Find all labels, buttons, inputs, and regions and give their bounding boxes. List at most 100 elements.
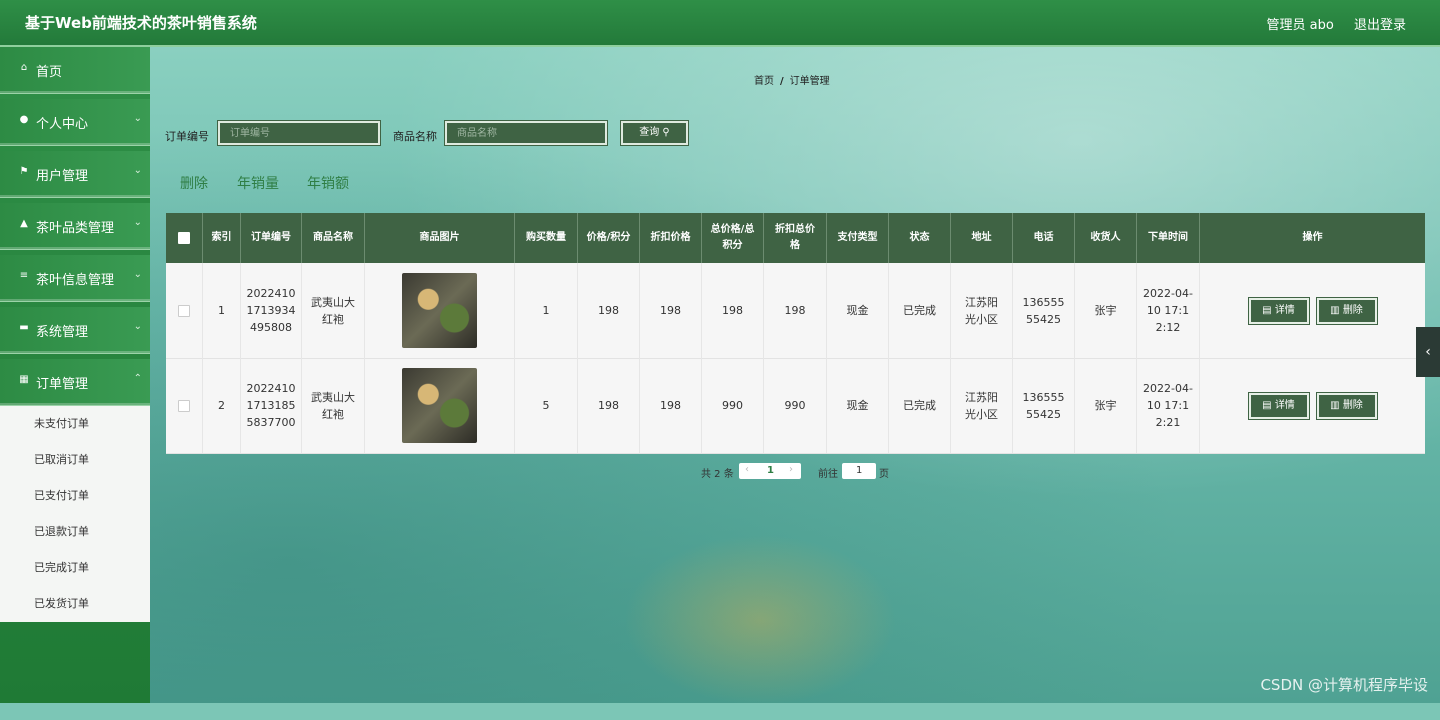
breadcrumb-home[interactable]: 首页 [754,76,774,87]
goto-input[interactable]: 1 [842,463,876,479]
logout-link[interactable]: 退出登录 [1354,18,1406,33]
submenu-completed[interactable]: 已完成订单 [0,550,150,586]
thumb-icon: ▲ [20,218,28,229]
header-cell: 商品图片 [365,213,515,263]
header-cell: 商品名称 [302,213,365,263]
submenu-unpaid[interactable]: 未支付订单 [0,406,150,442]
product-image[interactable] [402,368,477,443]
cell-order-no: 20224101713185583770​0 [241,358,302,453]
prev-page-icon[interactable]: ‹ [745,464,749,475]
trash-icon: ▥ [1330,304,1340,316]
row-select-cell [166,358,203,453]
query-button[interactable]: 查询 ⚲ [620,120,689,146]
cell-discount-total: 990 [764,358,827,453]
header-cell: 电话 [1013,213,1075,263]
detail-button-label: 详情 [1274,304,1295,316]
annual-qty-button[interactable]: 年销量 [237,173,279,193]
sidebar-item-label: 用户管理 [36,169,89,184]
bulk-delete-button[interactable]: 删除 [180,173,208,193]
cell-price: 198 [578,263,640,358]
header-cell: 折扣价格 [640,213,702,263]
sidebar-item-label: 订单管理 [36,377,89,392]
order-no-input[interactable] [217,120,381,146]
chevron-down-icon: ⌄ [133,165,142,176]
annual-amount-button[interactable]: 年销额 [307,173,349,193]
orders-table: 索引 订单编号 商品名称 商品图片 购买数量 价格/积分 折扣价格 总价格/总积… [166,213,1425,454]
delete-button-label: 删除 [1342,399,1363,411]
page-suffix: 页 [879,469,889,480]
product-name-label: 商品名称 [393,130,437,143]
cell-phone: 13655555425 [1013,263,1075,358]
chevron-down-icon: ⌄ [133,113,142,124]
table-row: 1 2022410171393449580​8 武夷山大红袍 1 198 198… [166,263,1425,359]
cell-qty: 1 [515,263,578,358]
table-row: 2 20224101713185583770​0 武夷山大红袍 5 198 19… [166,358,1425,454]
submenu-refunded[interactable]: 已退款订单 [0,514,150,550]
cell-qty: 5 [515,358,578,453]
cell-operations: ▤ 详情 ▥ 删除 [1200,358,1425,453]
cell-address: 江苏阳光小区 [951,263,1013,358]
table-header: 索引 订单编号 商品名称 商品图片 购买数量 价格/积分 折扣价格 总价格/总积… [166,213,1425,263]
cell-image [365,358,515,453]
delete-button[interactable]: ▥ 删除 [1315,391,1378,420]
cell-discount-total: 198 [764,263,827,358]
header-cell: 价格/积分 [578,213,640,263]
chevron-up-icon: ⌃ [133,373,142,384]
delete-button[interactable]: ▥ 删除 [1315,296,1378,325]
header-cell: 收货人 [1075,213,1137,263]
cell-phone: 13655555425 [1013,358,1075,453]
delete-button-label: 删除 [1342,304,1363,316]
sidebar-item-profile[interactable]: ● 个人中心 ⌄ [0,99,150,146]
cell-address: 江苏阳光小区 [951,358,1013,453]
sidebar-item-tea-info[interactable]: ≡ 茶叶信息管理 ⌄ [0,255,150,302]
sidebar-item-label: 茶叶信息管理 [36,273,115,288]
detail-button[interactable]: ▤ 详情 [1247,296,1310,325]
row-select-cell [166,263,203,358]
detail-button[interactable]: ▤ 详情 [1247,391,1310,420]
breadcrumb: 首页 / 订单管理 [754,72,830,87]
sidebar-item-users[interactable]: ⚑ 用户管理 ⌄ [0,151,150,198]
cell-index: 2 [203,358,241,453]
cell-total: 990 [702,358,764,453]
current-page[interactable]: 1 [767,465,774,476]
home-icon: ⌂ [20,62,28,73]
cell-image [365,263,515,358]
current-user[interactable]: 管理员 abo [1267,18,1334,33]
sidebar: ⌂ 首页 ● 个人中心 ⌄ ⚑ 用户管理 ⌄ ▲ 茶叶品类管理 ⌄ ≡ 茶叶信息… [0,47,150,703]
header-cell: 状态 [889,213,951,263]
cell-discount-price: 198 [640,263,702,358]
grid-icon: ▦ [19,374,29,385]
header-cell: 购买数量 [515,213,578,263]
product-name-input[interactable] [444,120,608,146]
query-button-label: 查询 [639,127,660,138]
header-cell: 下单时间 [1137,213,1200,263]
cell-time: 2022-04-10 17:12:12 [1137,263,1200,358]
header-cell: 支付类型 [827,213,889,263]
cell-discount-price: 198 [640,358,702,453]
submenu-cancelled[interactable]: 已取消订单 [0,442,150,478]
sidebar-item-tea-category[interactable]: ▲ 茶叶品类管理 ⌄ [0,203,150,250]
cell-time: 2022-04-10 17:12:21 [1137,358,1200,453]
chevron-left-icon: ‹ [1425,344,1431,360]
product-image[interactable] [402,273,477,348]
sidebar-item-orders[interactable]: ▦ 订单管理 ⌃ [0,359,150,406]
next-page-icon[interactable]: › [789,464,793,475]
sidebar-item-home[interactable]: ⌂ 首页 [0,47,150,94]
pagination-total: 共 2 条 [701,469,734,480]
submenu-shipped[interactable]: 已发货订单 [0,586,150,622]
cell-order-no: 2022410171393449580​8 [241,263,302,358]
header-cell: 索引 [203,213,241,263]
cell-pay-type: 现金 [827,358,889,453]
orders-submenu: 未支付订单 已取消订单 已支付订单 已退款订单 已完成订单 已发货订单 [0,406,150,622]
submenu-paid[interactable]: 已支付订单 [0,478,150,514]
goto-label: 前往 [818,469,838,480]
header-cell: 折扣总价格 [764,213,827,263]
row-checkbox[interactable] [178,304,190,317]
cell-receiver: 张宇 [1075,263,1137,358]
row-checkbox[interactable] [178,399,190,412]
trash-icon: ▥ [1330,399,1340,411]
side-collapse-tab[interactable]: ‹ [1416,327,1440,377]
sidebar-item-system[interactable]: ▬ 系统管理 ⌄ [0,307,150,354]
goto-input-value: 1 [856,465,863,476]
select-all-checkbox[interactable] [178,232,190,244]
